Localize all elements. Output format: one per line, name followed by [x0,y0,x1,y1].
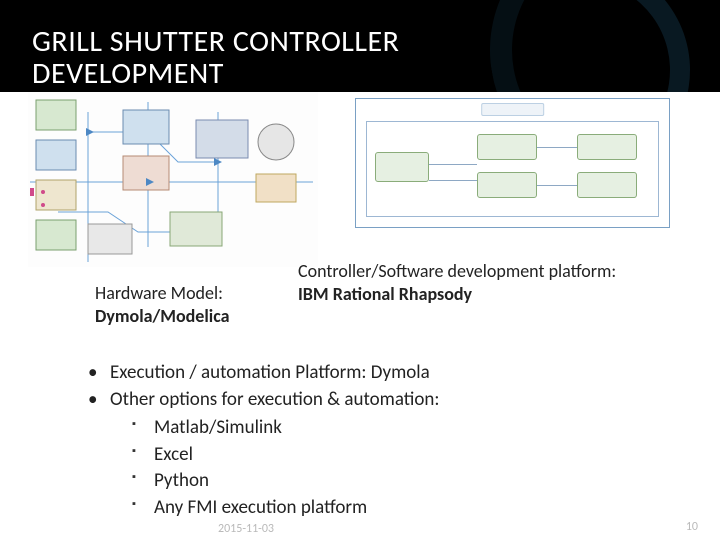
slide-body: Hardware Model: Dymola/Modelica Controll… [0,92,720,540]
hardware-model-figure [28,92,318,267]
hardware-caption-prefix: Hardware Model: [95,282,223,304]
footer-page-number: 10 [686,520,698,534]
sub-bullet-text: Excel [154,443,193,466]
diagram-block [577,172,637,198]
software-caption-tool: IBM Rational Rhapsody [298,283,472,305]
bullet-text: Other options for execution & automation… [110,388,439,411]
diagram-frame-label [481,103,545,116]
diagram-block [577,134,637,160]
bullet-text: Execution / automation Platform: Dymola [110,361,430,384]
sub-bullet-text: Any FMI execution platform [154,496,367,519]
bullet-list: Execution / automation Platform: Dymola … [88,360,439,522]
diagram-connector [429,180,477,181]
diagram-block [477,172,537,198]
diagram-connector [537,147,577,148]
diagram-block [477,134,537,160]
software-caption-prefix: Controller/Software development platform… [298,260,616,282]
list-item: Other options for execution & automation… [88,387,439,522]
diagram-frame [366,121,659,217]
slide-header: GRILL SHUTTER CONTROLLER DEVELOPMENT [0,0,720,92]
hardware-caption: Hardware Model: Dymola/Modelica [95,282,230,327]
hardware-caption-tool: Dymola/Modelica [95,305,230,327]
software-caption: Controller/Software development platform… [298,260,616,305]
hardware-diagram-svg [28,92,318,267]
decorative-swirl [469,0,720,92]
sub-bullet-text: Matlab/Simulink [154,416,282,439]
sub-bullet-list: Matlab/Simulink Excel Python Any FMI exe… [132,415,439,521]
list-item: Excel [132,442,439,469]
list-item: Execution / automation Platform: Dymola [88,360,439,387]
footer-date: 2015-11-03 [218,522,274,536]
list-item: Any FMI execution platform [132,495,439,522]
sub-bullet-text: Python [154,469,209,492]
list-item: Python [132,468,439,495]
diagram-block [375,152,429,182]
slide-title: GRILL SHUTTER CONTROLLER DEVELOPMENT [32,26,399,89]
software-platform-figure [355,98,670,228]
diagram-connector [429,164,477,165]
list-item: Matlab/Simulink [132,415,439,442]
diagram-connector [537,185,577,186]
